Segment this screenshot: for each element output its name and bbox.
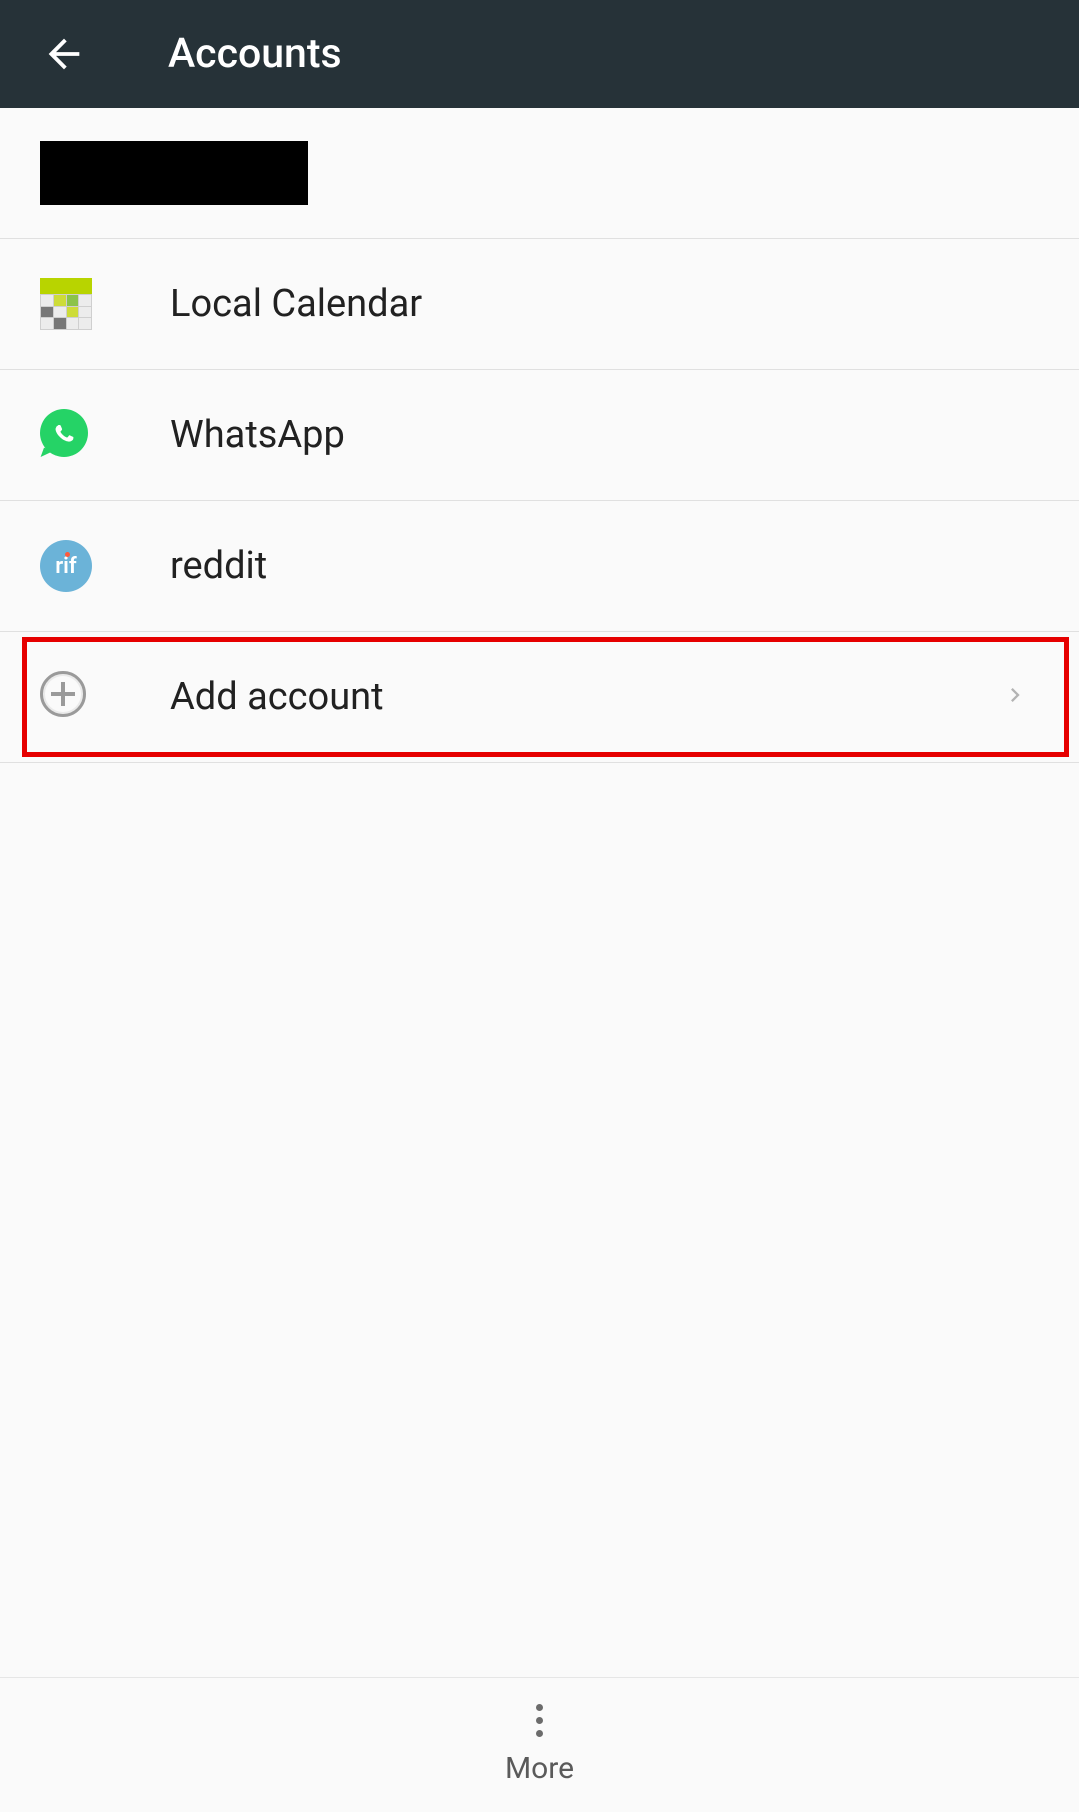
- account-item-whatsapp[interactable]: WhatsApp: [0, 370, 1079, 501]
- account-item-local-calendar[interactable]: Local Calendar: [0, 239, 1079, 370]
- account-label: Local Calendar: [170, 282, 422, 326]
- add-account-label: Add account: [170, 675, 384, 719]
- back-button[interactable]: [38, 28, 90, 80]
- bottom-toolbar: More: [0, 1677, 1079, 1812]
- redacted-label: [40, 141, 308, 205]
- whatsapp-icon: [40, 409, 92, 461]
- rif-icon: rif: [40, 540, 92, 592]
- more-button[interactable]: [536, 1704, 543, 1737]
- app-header: Accounts: [0, 0, 1079, 108]
- overflow-dot-icon: [536, 1704, 543, 1711]
- account-item-redacted[interactable]: [0, 108, 1079, 239]
- add-account-row[interactable]: Add account: [0, 632, 1079, 763]
- account-label: WhatsApp: [170, 413, 345, 457]
- overflow-dot-icon: [536, 1730, 543, 1737]
- chevron-right-icon: [1001, 681, 1029, 713]
- calendar-icon: [40, 278, 92, 330]
- plus-circle-icon: [40, 671, 92, 723]
- accounts-list: Local Calendar WhatsApp rif reddit: [0, 108, 1079, 1677]
- more-label: More: [505, 1751, 574, 1786]
- account-label: reddit: [170, 544, 267, 588]
- account-item-reddit[interactable]: rif reddit: [0, 501, 1079, 632]
- arrow-back-icon: [41, 31, 87, 77]
- overflow-dot-icon: [536, 1717, 543, 1724]
- page-title: Accounts: [168, 30, 342, 78]
